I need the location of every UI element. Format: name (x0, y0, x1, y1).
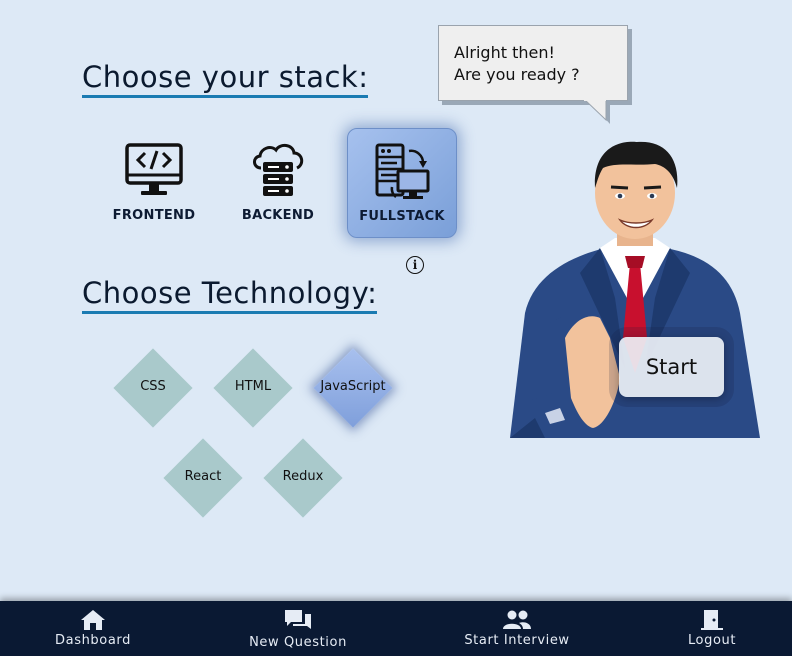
speech-bubble: Alright then! Are you ready ? (438, 25, 628, 101)
interviewer-illustration (510, 141, 760, 438)
speech-bubble-tail (584, 100, 610, 124)
stack-option-fullstack[interactable]: FULLSTACK (347, 128, 457, 238)
nav-item-dashboard[interactable]: Dashboard (50, 609, 136, 648)
monitor-code-icon (125, 143, 183, 195)
choose-stack-heading: Choose your stack: (82, 60, 369, 98)
speech-line-1: Alright then! (454, 43, 555, 62)
tech-option-label: JavaScript (320, 379, 386, 394)
people-icon (503, 610, 531, 629)
tech-option-javascript[interactable]: JavaScript (313, 348, 393, 428)
tech-option-redux[interactable]: Redux (263, 438, 343, 518)
cloud-server-icon (253, 144, 304, 196)
choose-technology-heading: Choose Technology: (82, 276, 378, 314)
stack-option-label: BACKEND (241, 208, 315, 223)
server-monitor-sync-icon (375, 143, 430, 199)
chat-icon (285, 610, 311, 629)
stack-option-backend[interactable]: BACKEND (223, 128, 333, 238)
tech-option-label: HTML (234, 379, 272, 394)
stack-option-label: FRONTEND (112, 208, 196, 223)
tech-option-css[interactable]: CSS (113, 348, 193, 428)
nav-item-label: Dashboard (55, 633, 131, 648)
stack-option-frontend[interactable]: FRONTEND (99, 128, 209, 238)
start-button[interactable]: Start (619, 337, 724, 397)
door-exit-icon (701, 610, 723, 630)
nav-item-logout[interactable]: Logout (682, 609, 742, 648)
tech-option-html[interactable]: HTML (213, 348, 293, 428)
nav-item-label: Logout (687, 633, 737, 648)
stack-option-label: FULLSTACK (359, 209, 445, 224)
nav-item-label: Start Interview (464, 633, 570, 648)
speech-line-2: Are you ready ? (454, 65, 580, 84)
interview-setup-page: Choose your stack: FRONTEND BACKEND FULL… (0, 0, 792, 656)
nav-item-start-interview[interactable]: Start Interview (460, 609, 574, 648)
bottom-navigation: Dashboard New Question Start Interview L… (0, 601, 792, 656)
nav-item-label: New Question (249, 635, 347, 650)
home-icon (81, 610, 105, 630)
info-icon[interactable]: i (406, 256, 424, 274)
tech-option-react[interactable]: React (163, 438, 243, 518)
nav-item-new-question[interactable]: New Question (244, 609, 352, 650)
tech-option-label: React (184, 469, 222, 484)
tech-option-label: CSS (140, 379, 166, 394)
tech-option-label: Redux (282, 469, 324, 484)
